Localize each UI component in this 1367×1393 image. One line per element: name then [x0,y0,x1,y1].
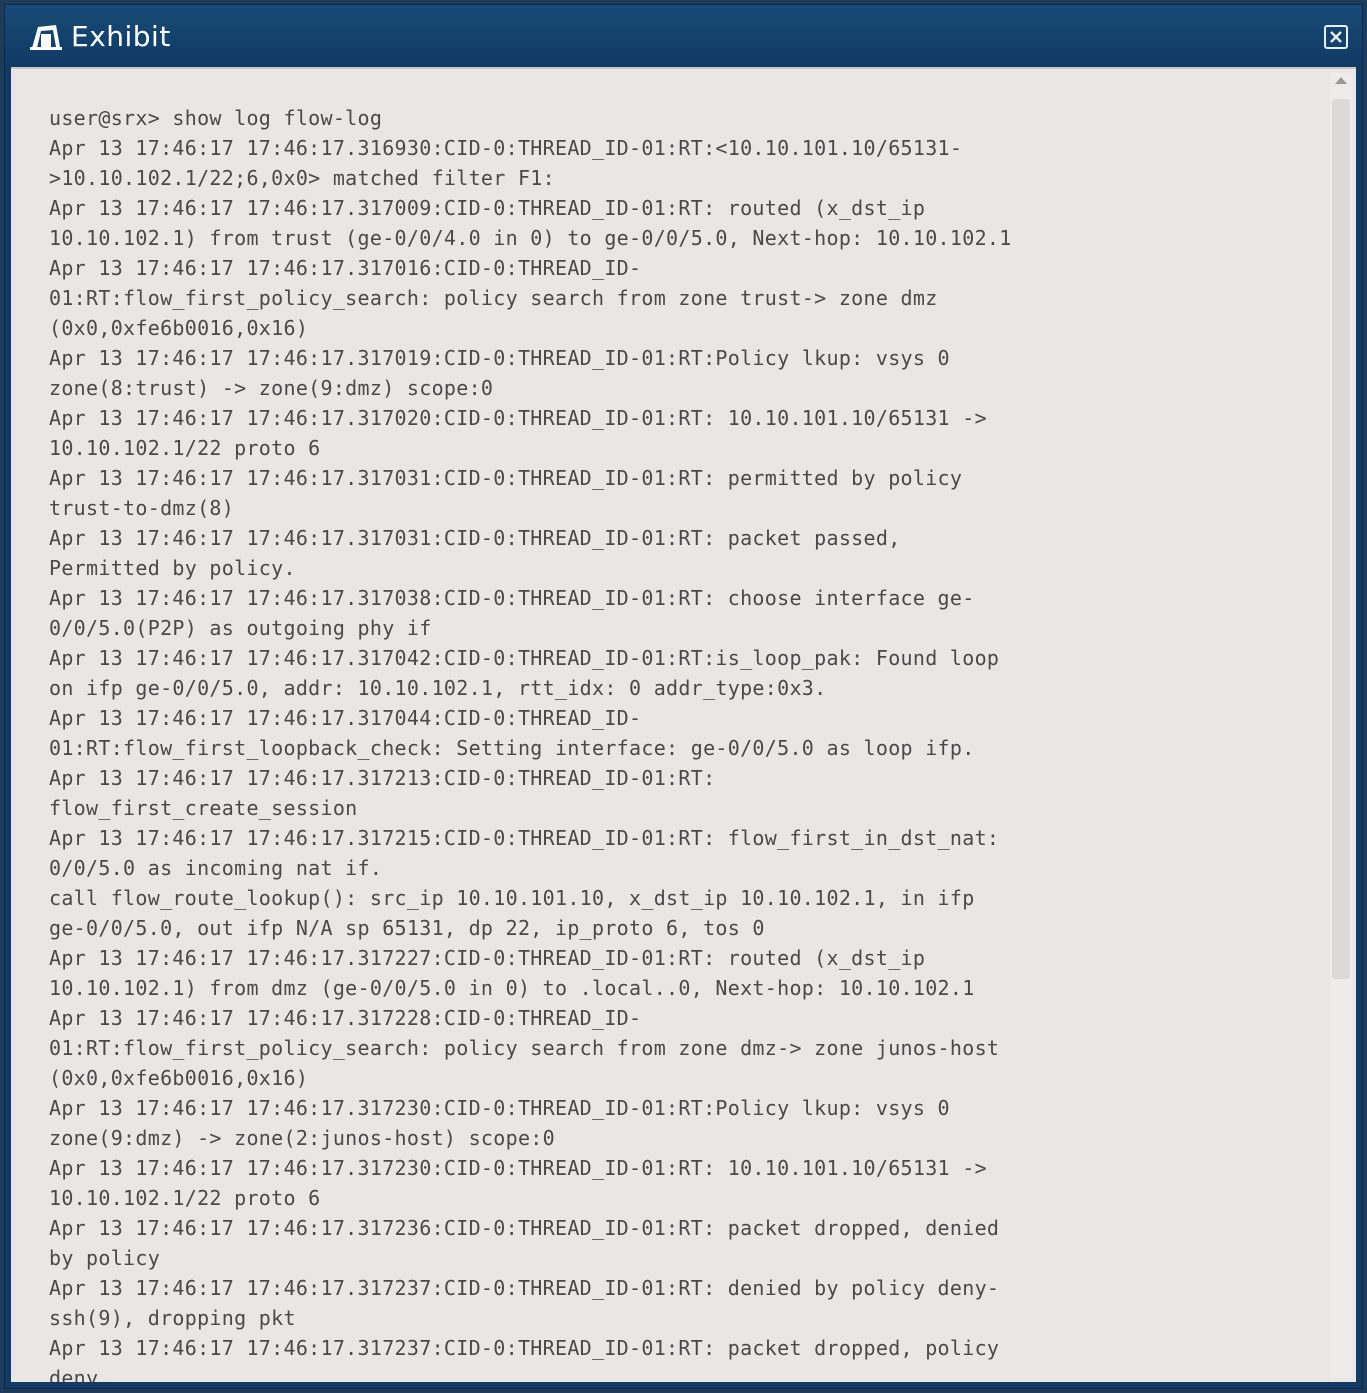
log-line: deny. [49,1366,111,1382]
log-line: zone(8:trust) -> zone(9:dmz) scope:0 [49,376,494,400]
scroll-up-arrow-icon[interactable] [1335,77,1347,84]
log-line: Apr 13 17:46:17 17:46:17.317042:CID-0:TH… [49,646,1000,670]
exhibit-window: Exhibit user@srx> show log flow-log Apr 1… [4,4,1363,1389]
log-line: call flow_route_lookup(): src_ip 10.10.1… [49,886,975,910]
log-line: Apr 13 17:46:17 17:46:17.317230:CID-0:TH… [49,1156,987,1180]
log-line: Apr 13 17:46:17 17:46:17.317044:CID-0:TH… [49,706,642,730]
log-line: Apr 13 17:46:17 17:46:17.317237:CID-0:TH… [49,1336,1000,1360]
log-line: (0x0,0xfe6b0016,0x16) [49,316,309,340]
log-line: Apr 13 17:46:17 17:46:17.317038:CID-0:TH… [49,586,975,610]
log-line: (0x0,0xfe6b0016,0x16) [49,1066,309,1090]
log-line: Apr 13 17:46:17 17:46:17.317236:CID-0:TH… [49,1216,1000,1240]
exhibit-content: user@srx> show log flow-log Apr 13 17:46:… [11,67,1356,1382]
log-line: Permitted by policy. [49,556,296,580]
log-line: Apr 13 17:46:17 17:46:17.317230:CID-0:TH… [49,1096,950,1120]
close-button[interactable] [1324,25,1348,49]
log-line: 10.10.102.1/22 proto 6 [49,1186,321,1210]
window-title: Exhibit [71,19,171,53]
vertical-scrollbar[interactable] [1330,73,1352,1378]
log-line: Apr 13 17:46:17 17:46:17.317031:CID-0:TH… [49,466,963,490]
log-line: 0/0/5.0(P2P) as outgoing phy if [49,616,432,640]
log-line: 01:RT:flow_first_policy_search: policy s… [49,1036,1000,1060]
log-line: Apr 13 17:46:17 17:46:17.317031:CID-0:TH… [49,526,901,550]
title-bar: Exhibit [5,5,1362,67]
log-line: on ifp ge-0/0/5.0, addr: 10.10.102.1, rt… [49,676,827,700]
log-line: Apr 13 17:46:17 17:46:17.317215:CID-0:TH… [49,826,1000,850]
log-line: ssh(9), dropping pkt [49,1306,296,1330]
log-line: 0/0/5.0 as incoming nat if. [49,856,383,880]
log-line: trust-to-dmz(8) [49,496,235,520]
log-line: Apr 13 17:46:17 17:46:17.317009:CID-0:TH… [49,196,926,220]
log-line: flow_first_create_session [49,796,358,820]
log-line: user@srx> show log flow-log [49,106,383,130]
log-line: Apr 13 17:46:17 17:46:17.317237:CID-0:TH… [49,1276,1000,1300]
log-line: zone(9:dmz) -> zone(2:junos-host) scope:… [49,1126,555,1150]
log-line: 10.10.102.1/22 proto 6 [49,436,321,460]
flow-log-output: user@srx> show log flow-log Apr 13 17:46:… [49,103,1309,1382]
log-line: 01:RT:flow_first_loopback_check: Setting… [49,736,975,760]
log-line: Apr 13 17:46:17 17:46:17.317213:CID-0:TH… [49,766,716,790]
log-line: Apr 13 17:46:17 17:46:17.317020:CID-0:TH… [49,406,987,430]
log-line: Apr 13 17:46:17 17:46:17.317227:CID-0:TH… [49,946,926,970]
log-line: Apr 13 17:46:17 17:46:17.316930:CID-0:TH… [49,136,963,160]
log-line: by policy [49,1246,161,1270]
log-line: >10.10.102.1/22;6,0x0> matched filter F1… [49,166,555,190]
close-icon [1330,31,1342,43]
log-line: Apr 13 17:46:17 17:46:17.317019:CID-0:TH… [49,346,950,370]
log-line: Apr 13 17:46:17 17:46:17.317228:CID-0:TH… [49,1006,642,1030]
log-line: 10.10.102.1) from dmz (ge-0/0/5.0 in 0) … [49,976,975,1000]
log-line: ge-0/0/5.0, out ifp N/A sp 65131, dp 22,… [49,916,765,940]
exhibit-icon [29,21,63,51]
scroll-thumb[interactable] [1332,99,1350,979]
log-line: 10.10.102.1) from trust (ge-0/0/4.0 in 0… [49,226,1012,250]
log-line: 01:RT:flow_first_policy_search: policy s… [49,286,938,310]
log-line: Apr 13 17:46:17 17:46:17.317016:CID-0:TH… [49,256,642,280]
